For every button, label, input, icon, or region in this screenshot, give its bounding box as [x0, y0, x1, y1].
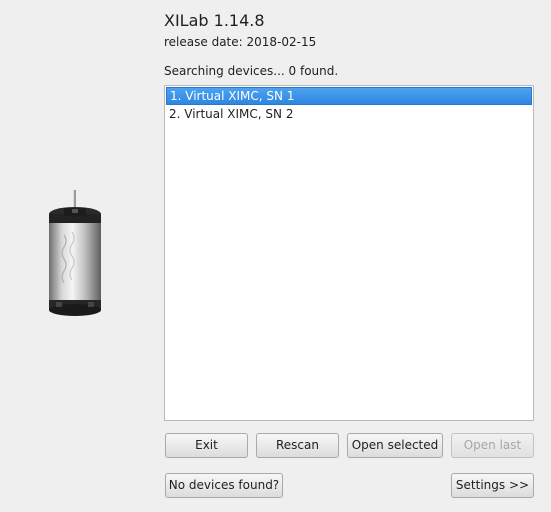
settings-button[interactable]: Settings >> [451, 473, 534, 498]
release-date: release date: 2018-02-15 [164, 35, 317, 49]
no-devices-found-button[interactable]: No devices found? [165, 473, 283, 498]
motor-image-icon [49, 190, 101, 316]
exit-button[interactable]: Exit [165, 433, 248, 458]
device-list[interactable]: 1. Virtual XIMC, SN 1 2. Virtual XIMC, S… [164, 85, 534, 421]
device-item-1[interactable]: 1. Virtual XIMC, SN 1 [166, 87, 532, 105]
open-last-button[interactable]: Open last [451, 433, 534, 458]
app-title: XILab 1.14.8 [164, 11, 265, 30]
search-status: Searching devices... 0 found. [164, 64, 339, 78]
device-item-2[interactable]: 2. Virtual XIMC, SN 2 [166, 105, 532, 123]
open-selected-button[interactable]: Open selected [347, 433, 443, 458]
rescan-button[interactable]: Rescan [256, 433, 339, 458]
